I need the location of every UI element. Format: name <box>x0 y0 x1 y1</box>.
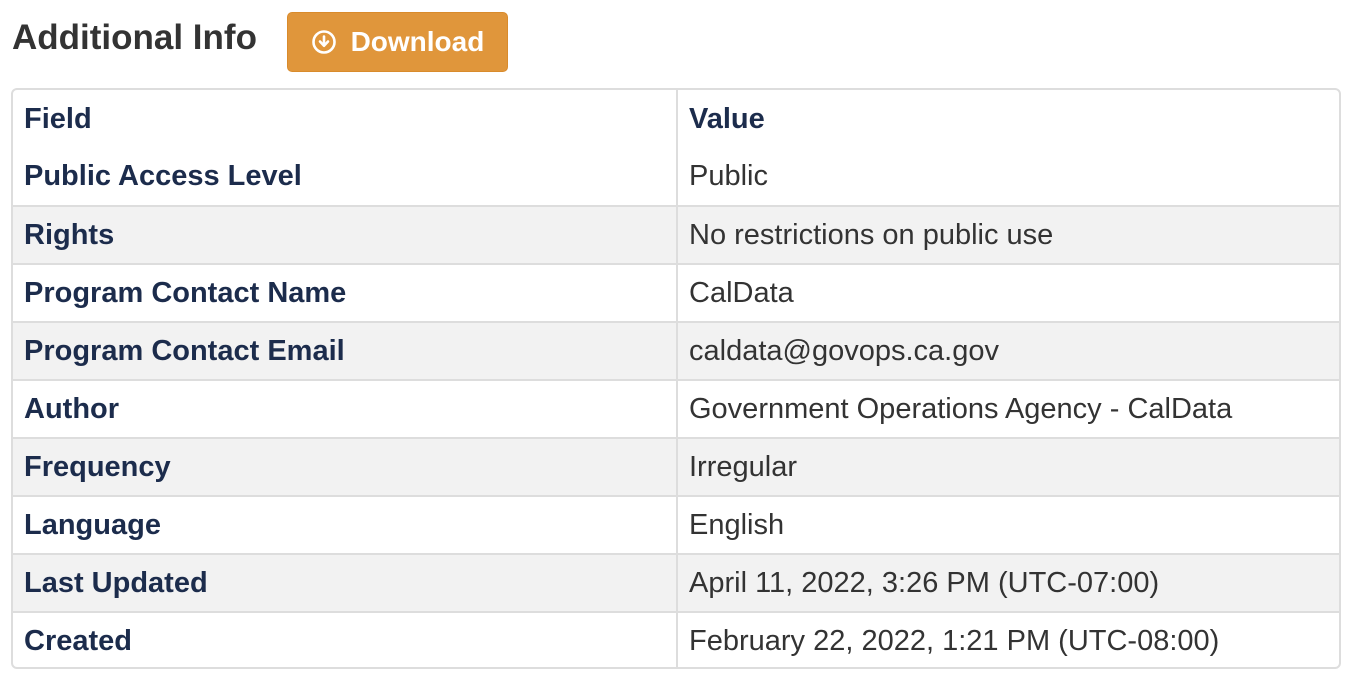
table-row: Public Access Level Public <box>13 148 1339 206</box>
table-row: Program Contact Email caldata@govops.ca.… <box>13 321 1339 380</box>
column-header-value: Value <box>676 90 1339 148</box>
section-title: Additional Info <box>12 18 257 57</box>
download-button[interactable]: Download <box>286 12 508 72</box>
table-row: Frequency Irregular <box>13 437 1339 496</box>
value-cell: CalData <box>676 263 1339 322</box>
field-cell: Author <box>13 379 677 438</box>
section-header: Additional Info Download <box>12 12 508 72</box>
value-cell: caldata@govops.ca.gov <box>676 321 1339 380</box>
value-cell: Government Operations Agency - CalData <box>676 379 1339 438</box>
field-cell: Last Updated <box>13 553 677 612</box>
table-row: Last Updated April 11, 2022, 3:26 PM (UT… <box>13 553 1339 612</box>
column-header-field: Field <box>24 102 92 135</box>
field-cell: Frequency <box>13 437 677 496</box>
value-cell: Irregular <box>676 437 1339 496</box>
value-cell: English <box>676 495 1339 554</box>
field-cell: Rights <box>13 205 677 264</box>
download-circle-icon <box>311 29 337 55</box>
table-row: Author Government Operations Agency - Ca… <box>13 379 1339 438</box>
table-row: Created February 22, 2022, 1:21 PM (UTC-… <box>13 611 1339 667</box>
table-row: Rights No restrictions on public use <box>13 205 1339 264</box>
table-row: Program Contact Name CalData <box>13 263 1339 322</box>
field-cell: Public Access Level <box>24 160 302 192</box>
value-cell: Public <box>676 148 1339 206</box>
field-cell: Language <box>13 495 677 554</box>
field-cell: Created <box>13 611 677 667</box>
download-label: Download <box>350 26 485 57</box>
additional-info-table: Field Value Public Access Level Public R… <box>11 88 1341 669</box>
value-cell: February 22, 2022, 1:21 PM (UTC-08:00) <box>676 611 1339 667</box>
value-cell: April 11, 2022, 3:26 PM (UTC-07:00) <box>676 553 1339 612</box>
table-row: Language English <box>13 495 1339 554</box>
value-cell: No restrictions on public use <box>676 205 1339 264</box>
field-cell: Program Contact Name <box>13 263 677 322</box>
table-header-row: Field Value <box>13 90 1339 148</box>
field-cell: Program Contact Email <box>13 321 677 380</box>
